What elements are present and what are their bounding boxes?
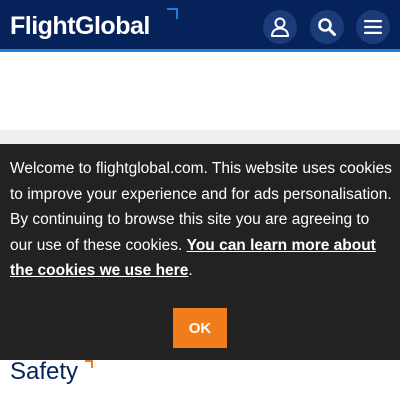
search-button[interactable] xyxy=(310,10,344,44)
section-title-text: Safety xyxy=(10,358,79,385)
flightglobal-logo[interactable]: FlightGlobal xyxy=(10,8,178,42)
cookie-ok-button[interactable]: OK xyxy=(173,308,227,348)
content-divider xyxy=(0,130,400,144)
ad-placeholder xyxy=(0,55,400,130)
account-button[interactable] xyxy=(263,10,297,44)
cookie-message-period: . xyxy=(188,262,193,279)
section-title: Safety xyxy=(10,357,94,387)
user-icon xyxy=(271,17,289,37)
search-icon xyxy=(318,18,336,36)
hamburger-menu-icon xyxy=(364,20,382,34)
menu-button[interactable] xyxy=(356,10,390,44)
cookie-message: Welcome to flightglobal.com. This websit… xyxy=(10,156,394,284)
cookie-banner: Welcome to flightglobal.com. This websit… xyxy=(0,144,400,360)
logo-text: FlightGlobal xyxy=(10,11,150,40)
site-header: FlightGlobal xyxy=(0,0,400,52)
title-corner-mark xyxy=(85,360,94,368)
